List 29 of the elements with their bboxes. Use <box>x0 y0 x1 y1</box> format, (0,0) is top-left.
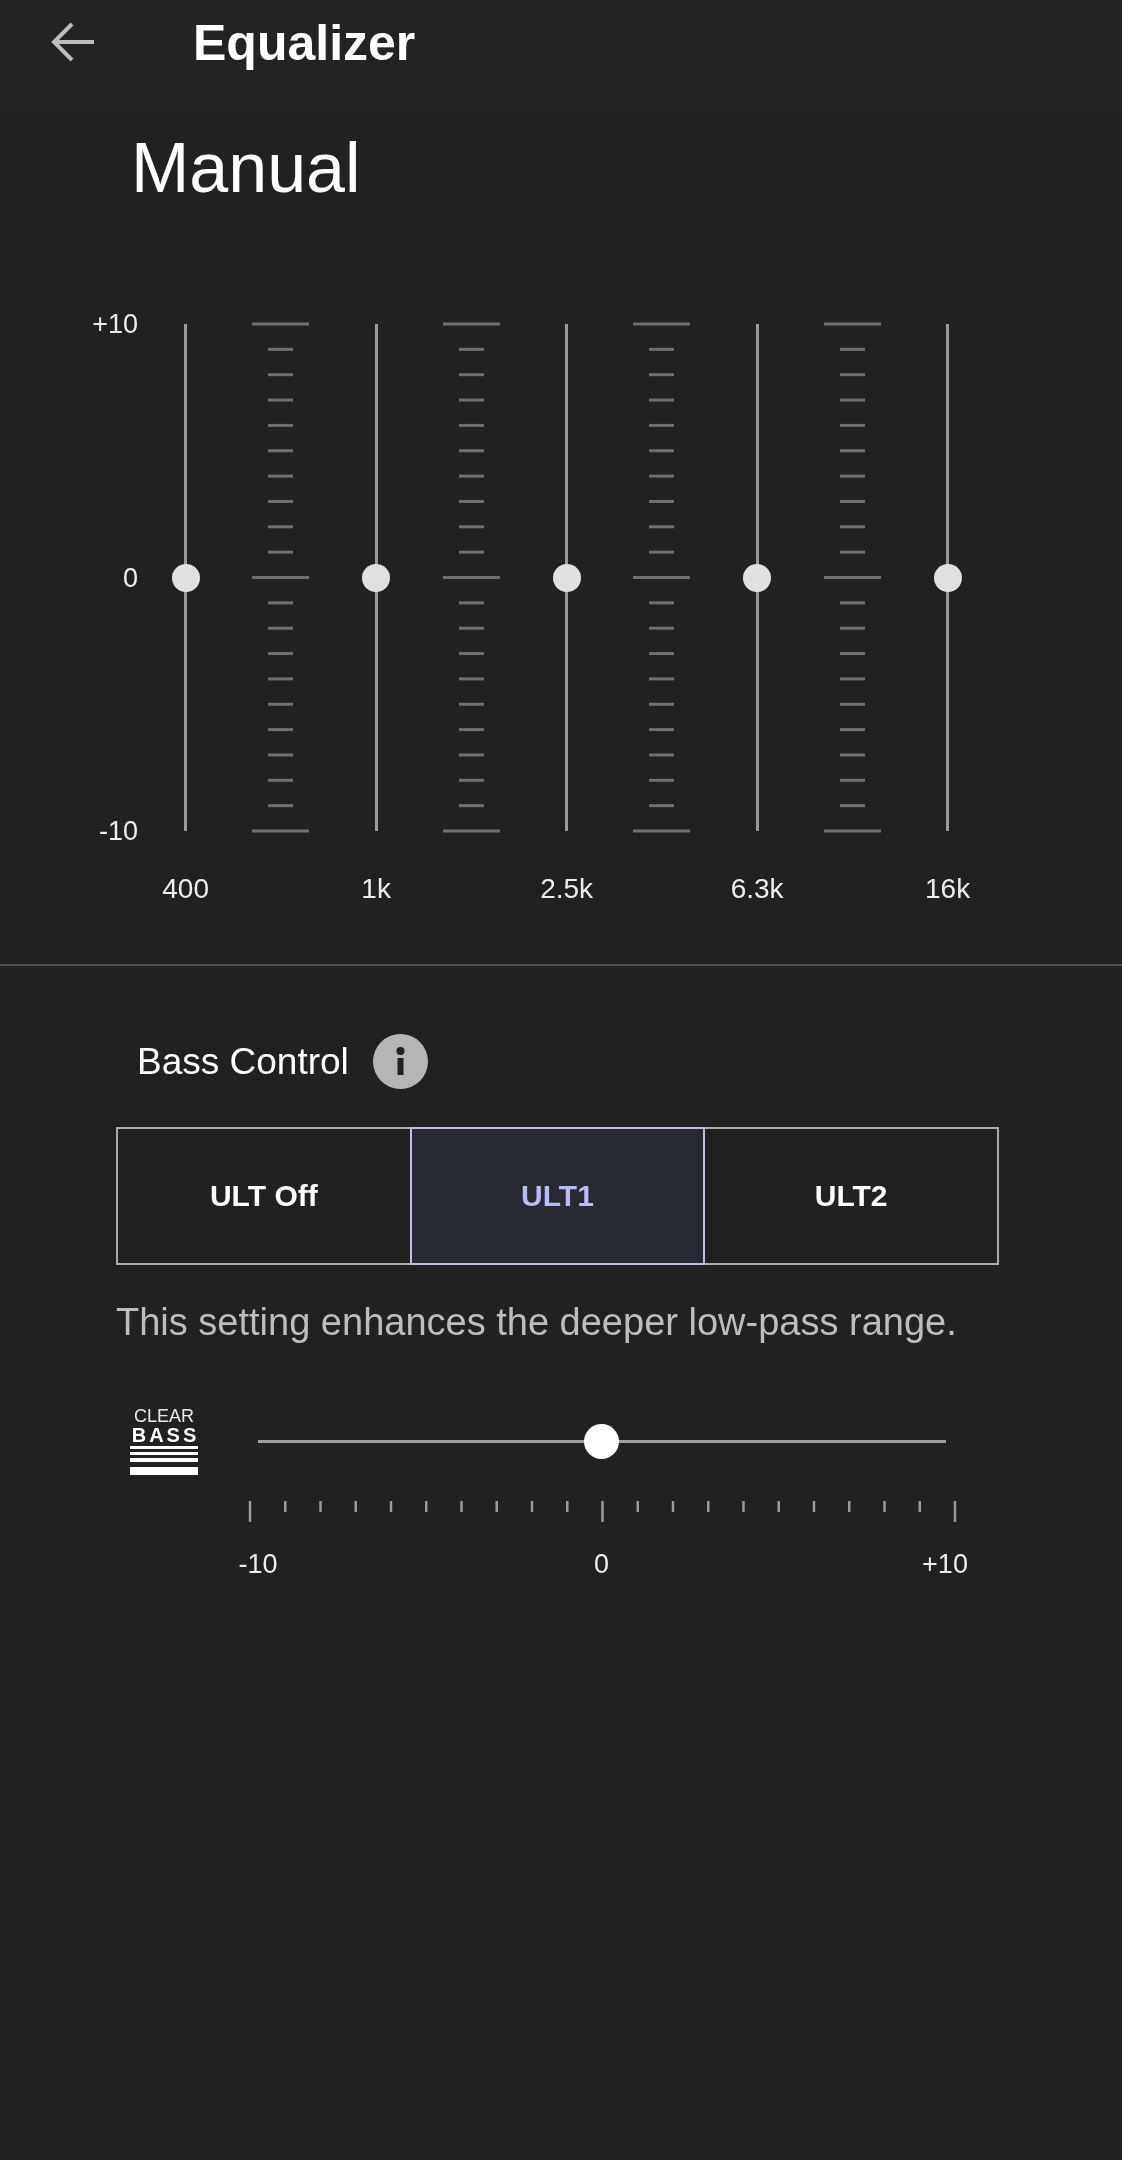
preset-title: Manual <box>131 128 361 209</box>
page-title: Equalizer <box>193 14 416 72</box>
frequency-label: 6.3k <box>730 873 784 905</box>
frequency-label: 2.5k <box>540 873 594 905</box>
left-arrow-icon[interactable] <box>50 22 94 62</box>
mode-button[interactable]: ULT Off <box>116 1127 412 1265</box>
scale-label: 0 <box>122 562 138 593</box>
logo-text: CLEAR <box>134 1407 194 1425</box>
mode-button[interactable]: ULT1 <box>409 1127 706 1265</box>
mode-button[interactable]: ULT2 <box>703 1127 999 1265</box>
scale-label: 0 <box>594 1548 609 1580</box>
slider-thumb[interactable] <box>362 563 391 592</box>
scale-label: -10 <box>238 1548 278 1580</box>
slider-thumb[interactable] <box>552 563 581 592</box>
logo-text: BASS <box>131 1425 200 1445</box>
slider-thumb[interactable] <box>933 563 962 592</box>
scale-label: +10 <box>922 1548 968 1580</box>
frequency-label: 16k <box>925 873 971 905</box>
description-text: This setting enhances the deeper low-pass range. <box>116 1300 957 1344</box>
slider-thumb[interactable] <box>743 563 772 592</box>
frequency-label: 400 <box>162 873 209 905</box>
scale-label: +10 <box>92 309 138 339</box>
stripes-icon <box>130 1446 198 1475</box>
scale-label: -10 <box>98 816 138 846</box>
frequency-label: 1k <box>361 873 391 905</box>
info-icon[interactable] <box>372 1034 428 1089</box>
slider-thumb[interactable] <box>171 563 200 592</box>
slider-thumb[interactable] <box>584 1423 619 1459</box>
section-title: Bass Control <box>137 1039 349 1084</box>
